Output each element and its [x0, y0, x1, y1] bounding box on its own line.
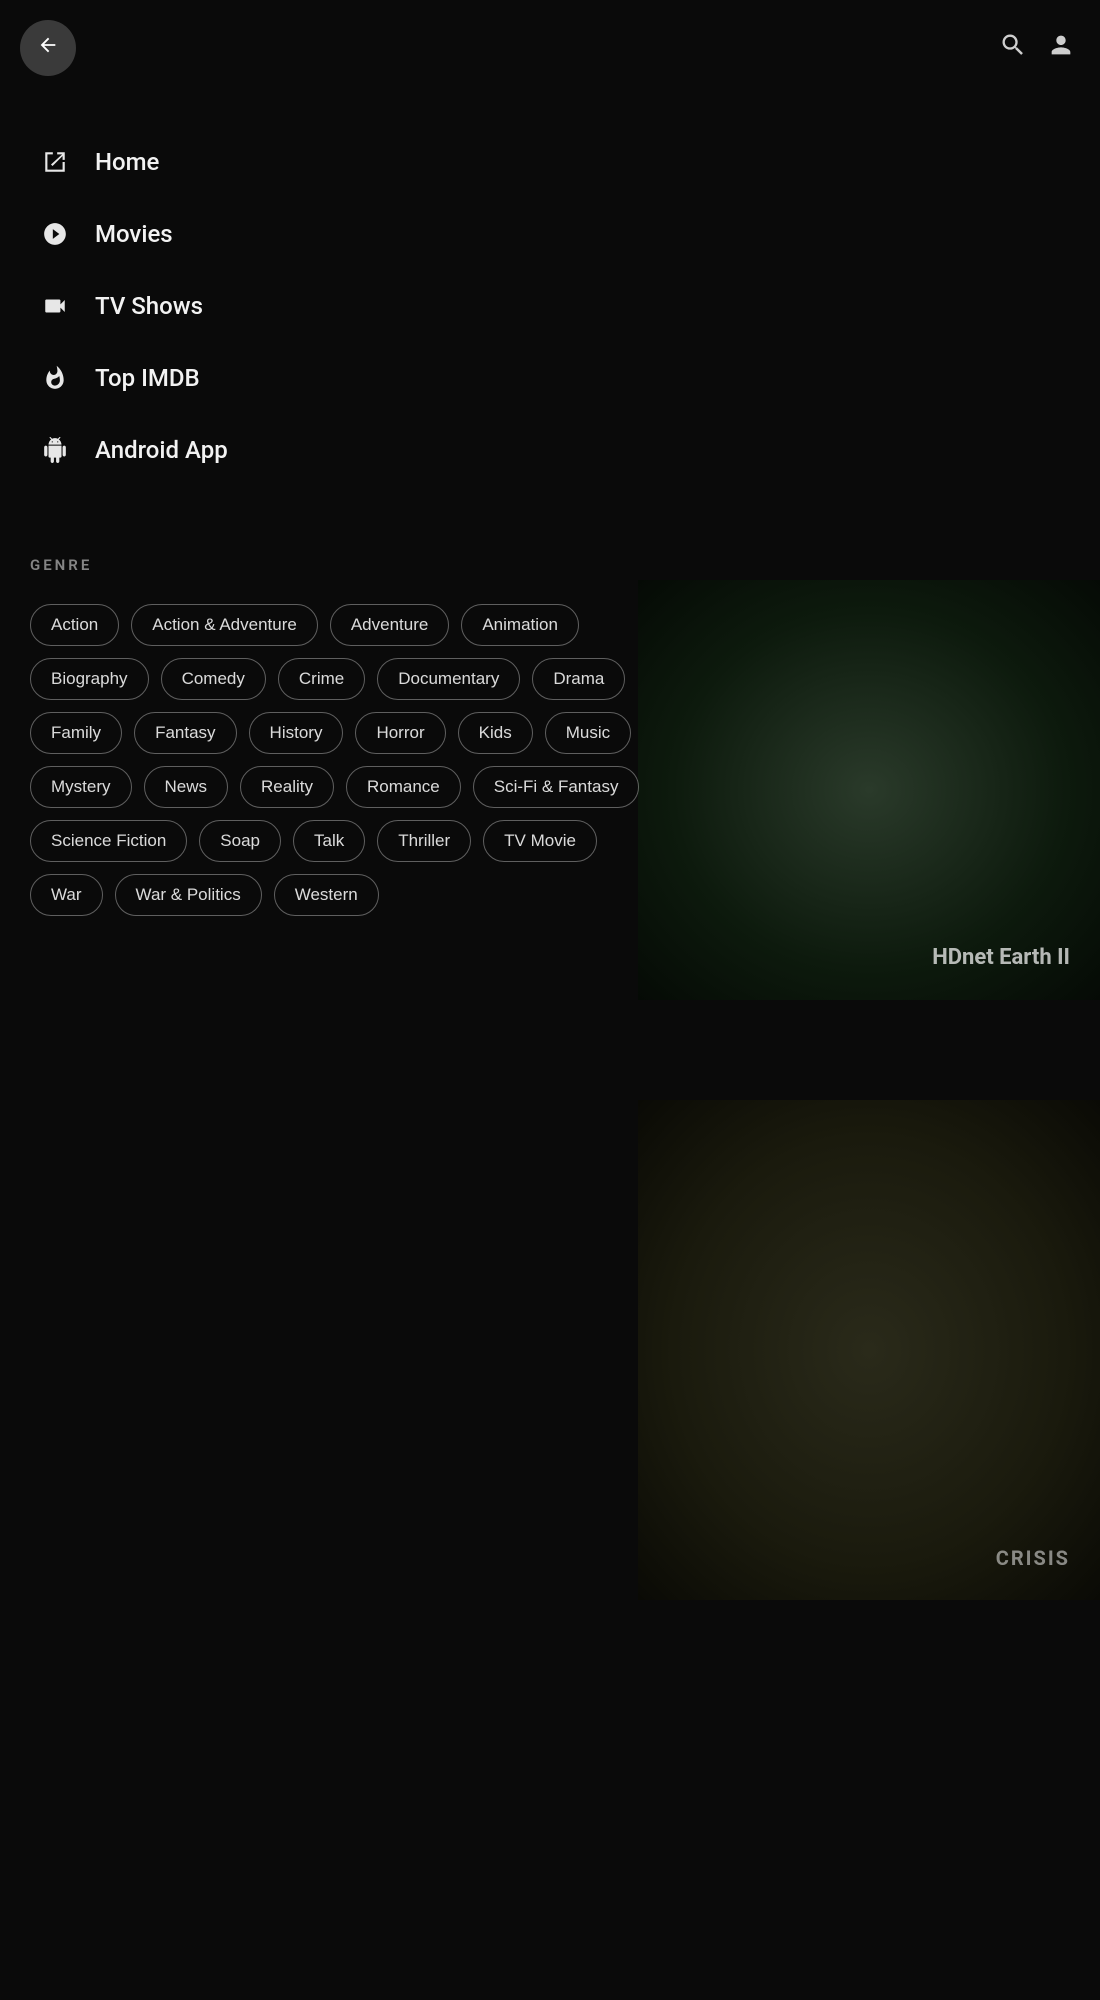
genre-tag-history[interactable]: History: [249, 712, 344, 754]
genre-tag-news[interactable]: News: [144, 766, 229, 808]
genre-tag-music[interactable]: Music: [545, 712, 631, 754]
genre-tag-comedy[interactable]: Comedy: [161, 658, 266, 700]
genre-tag-crime[interactable]: Crime: [278, 658, 365, 700]
genre-tag-thriller[interactable]: Thriller: [377, 820, 471, 862]
nav-item-top-imdb[interactable]: Top IMDB: [30, 342, 608, 414]
genre-tag-western[interactable]: Western: [274, 874, 379, 916]
nav-label-home: Home: [95, 148, 159, 176]
genre-tag-soap[interactable]: Soap: [199, 820, 281, 862]
genre-section-title: GENRE: [30, 556, 652, 574]
nav-label-movies: Movies: [95, 220, 173, 248]
genre-tag-animation[interactable]: Animation: [461, 604, 579, 646]
background-poster-2: [638, 1100, 1100, 1600]
back-icon: [37, 34, 59, 62]
genre-tag-biography[interactable]: Biography: [30, 658, 149, 700]
fire-icon: [40, 365, 70, 391]
home-icon: [40, 149, 70, 175]
back-button[interactable]: [20, 20, 76, 76]
genre-tag-drama[interactable]: Drama: [532, 658, 625, 700]
genre-tag-science-fiction[interactable]: Science Fiction: [30, 820, 187, 862]
genre-tag-kids[interactable]: Kids: [458, 712, 533, 754]
nav-menu: Home Movies TV Shows: [0, 96, 638, 516]
genre-tag-talk[interactable]: Talk: [293, 820, 365, 862]
genre-tag-horror[interactable]: Horror: [355, 712, 445, 754]
nav-item-home[interactable]: Home: [30, 126, 608, 198]
genre-tag-war[interactable]: War: [30, 874, 103, 916]
genre-tag-tv-movie[interactable]: TV Movie: [483, 820, 597, 862]
genre-tag-sci-fi-fantasy[interactable]: Sci-Fi & Fantasy: [473, 766, 640, 808]
tv-icon: [40, 293, 70, 319]
header: [0, 0, 1100, 96]
user-icon[interactable]: [1047, 31, 1075, 66]
header-right: [999, 31, 1075, 66]
genre-tag-action-adventure[interactable]: Action & Adventure: [131, 604, 318, 646]
genre-tag-adventure[interactable]: Adventure: [330, 604, 450, 646]
android-icon: [40, 437, 70, 463]
genre-tag-romance[interactable]: Romance: [346, 766, 461, 808]
movies-icon: [40, 221, 70, 247]
nav-item-android-app[interactable]: Android App: [30, 414, 608, 486]
nav-label-android-app: Android App: [95, 436, 228, 464]
genre-tag-reality[interactable]: Reality: [240, 766, 334, 808]
nav-item-movies[interactable]: Movies: [30, 198, 608, 270]
genre-section: GENRE ActionAction & AdventureAdventureA…: [0, 516, 682, 956]
app-container: Home Movies TV Shows: [0, 0, 1100, 2000]
genre-tag-action[interactable]: Action: [30, 604, 119, 646]
genre-tag-documentary[interactable]: Documentary: [377, 658, 520, 700]
genre-tags-container: Action Action & Adventure Adventure Animati…: [30, 604, 652, 916]
genre-tag-fantasy[interactable]: Fantasy: [134, 712, 236, 754]
nav-label-top-imdb: Top IMDB: [95, 364, 200, 392]
search-icon[interactable]: [999, 31, 1027, 66]
background-poster-1: [638, 580, 1100, 1000]
genre-tag-family[interactable]: Family: [30, 712, 122, 754]
genre-tag-war-politics[interactable]: War & Politics: [115, 874, 262, 916]
genre-tag-mystery[interactable]: Mystery: [30, 766, 132, 808]
nav-label-tv-shows: TV Shows: [95, 292, 203, 320]
nav-item-tv-shows[interactable]: TV Shows: [30, 270, 608, 342]
